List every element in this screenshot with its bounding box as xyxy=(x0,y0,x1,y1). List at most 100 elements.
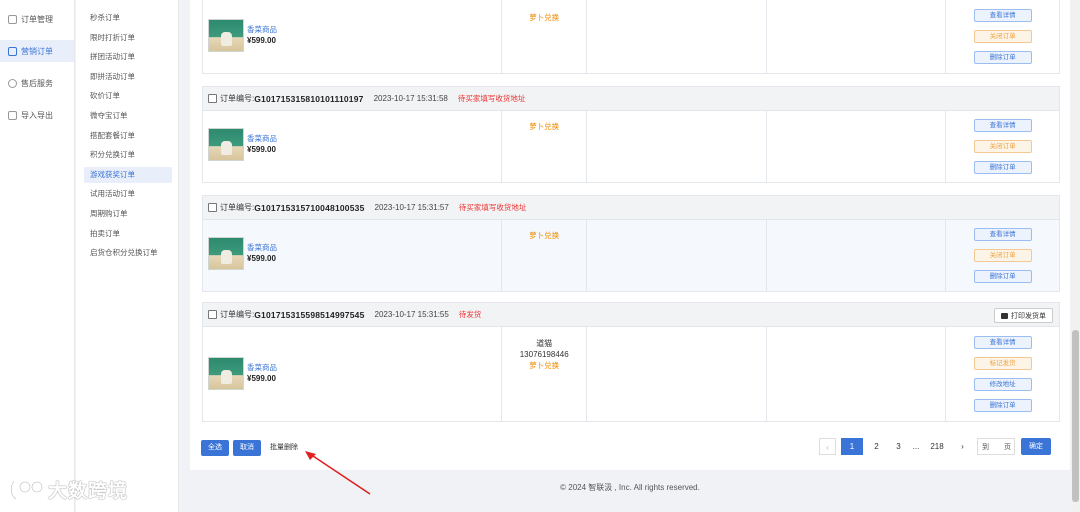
buyer-cell: 萝卜兑换 xyxy=(502,220,588,291)
sidebar-item-order-management[interactable]: 订单管理 xyxy=(0,8,74,30)
actions-cell: 查看详情 关闭订单 删除订单 xyxy=(946,0,1059,73)
product-thumbnail[interactable] xyxy=(208,19,244,52)
order-number: G101715315598514997545 xyxy=(254,309,365,320)
mark-shipped-button[interactable]: 标记发货 xyxy=(973,357,1032,370)
page-unit-label: 页 xyxy=(1004,443,1011,451)
list-icon xyxy=(8,46,17,56)
page-button[interactable]: 1 xyxy=(841,438,863,455)
service-icon xyxy=(8,78,17,88)
sub-item-game-prize[interactable]: 游戏获奖订单 xyxy=(84,166,172,183)
next-page-button[interactable]: › xyxy=(954,438,971,455)
file-icon xyxy=(8,110,17,120)
arrow-head xyxy=(305,451,316,460)
delete-order-button[interactable]: 删除订单 xyxy=(973,161,1032,174)
document-icon xyxy=(8,14,17,24)
buyer-phone: 13076198446 xyxy=(519,350,569,359)
product-thumbnail[interactable] xyxy=(208,237,244,270)
close-order-button[interactable]: 关闭订单 xyxy=(973,249,1032,262)
sub-item-instant-group[interactable]: 即拼活动订单 xyxy=(84,69,172,85)
sub-item-subscription[interactable]: 周期购订单 xyxy=(84,206,172,222)
blank-cell xyxy=(767,0,947,73)
cancel-selection-button[interactable]: 取消 xyxy=(233,440,261,456)
order-header: 订单编号: G101715315598514997545 2023-10-17 … xyxy=(203,303,1059,327)
blank-cell xyxy=(767,327,947,421)
view-details-button[interactable]: 查看详情 xyxy=(973,9,1032,22)
order-number-label: 订单编号: xyxy=(220,203,255,212)
actions-cell: 查看详情 关闭订单 删除订单 xyxy=(946,111,1059,182)
print-button-label: 打印发货单 xyxy=(1011,312,1046,320)
view-details-button[interactable]: 查看详情 xyxy=(973,228,1032,241)
watermark-logo-icon xyxy=(10,479,44,500)
sidebar-item-after-sales[interactable]: 售后服务 xyxy=(0,72,74,94)
delete-order-button[interactable]: 删除订单 xyxy=(973,51,1032,64)
prev-page-button[interactable]: ‹ xyxy=(819,438,836,455)
sub-item-auction[interactable]: 拍卖订单 xyxy=(84,226,172,242)
edit-address-button[interactable]: 修改地址 xyxy=(973,378,1032,391)
order-number: G101715315710048100535 xyxy=(254,202,365,213)
sub-item-combo[interactable]: 搭配套餐订单 xyxy=(84,128,172,144)
main-content: 香菜商品 ¥599.00 萝卜兑换 查看详情 关闭订单 删除订单 订单编号: G… xyxy=(190,0,1070,512)
view-details-button[interactable]: 查看详情 xyxy=(973,336,1032,349)
product-price: ¥599.00 xyxy=(247,254,276,263)
page-button[interactable]: 3 xyxy=(890,438,907,455)
batch-delete-button[interactable]: 批量删除 xyxy=(263,440,305,456)
payment-method: 萝卜兑换 xyxy=(529,122,560,131)
goto-confirm-button[interactable]: 确定 xyxy=(1021,438,1051,455)
watermark-text: 大数跨境 xyxy=(48,481,129,502)
product-cell: 香菜商品 ¥599.00 xyxy=(203,327,503,421)
product-name-link[interactable]: 香菜商品 xyxy=(247,134,277,144)
arrow-line xyxy=(309,453,371,495)
product-name-link[interactable]: 香菜商品 xyxy=(247,243,277,253)
order-time: 2023-10-17 15:31:55 xyxy=(374,310,449,319)
sub-item-warehouse-points[interactable]: 启货仓积分兑换订单 xyxy=(84,245,172,261)
page-button[interactable]: 2 xyxy=(868,438,885,455)
order-checkbox[interactable] xyxy=(208,310,217,319)
sub-item-group-buy[interactable]: 拼团活动订单 xyxy=(84,49,172,65)
sidebar-item-marketing-orders[interactable]: 营销订单 xyxy=(0,40,74,62)
view-details-button[interactable]: 查看详情 xyxy=(973,119,1032,132)
product-thumbnail[interactable] xyxy=(208,128,244,161)
sub-item-trial[interactable]: 试用活动订单 xyxy=(84,186,172,202)
order-header: 订单编号: G1017153158101011101​97 2023-10-17… xyxy=(203,87,1059,111)
close-order-button[interactable]: 关闭订单 xyxy=(973,30,1032,43)
printer-icon xyxy=(1001,312,1008,319)
sub-item-treasure[interactable]: 微夺宝订单 xyxy=(84,108,172,124)
order-list-panel: 香菜商品 ¥599.00 萝卜兑换 查看详情 关闭订单 删除订单 订单编号: G… xyxy=(190,0,1070,470)
sub-item-bargain[interactable]: 砍价订单 xyxy=(84,88,172,104)
order-card: 订单编号: G101715315598514997545 2023-10-17 … xyxy=(202,302,1060,422)
buyer-name: 道猫 xyxy=(536,339,553,348)
product-name-link[interactable]: 香菜商品 xyxy=(247,363,277,373)
sidebar-item-label: 营销订单 xyxy=(21,46,53,56)
annotation-arrow xyxy=(305,451,371,495)
order-card: 香菜商品 ¥599.00 萝卜兑换 查看详情 关闭订单 删除订单 xyxy=(202,0,1060,74)
sub-item-seckill[interactable]: 秒杀订单 xyxy=(84,10,172,26)
page-button-last[interactable]: 218 xyxy=(925,438,949,455)
select-all-button[interactable]: 全选 xyxy=(201,440,229,456)
product-thumbnail[interactable] xyxy=(208,357,244,390)
product-cell: 香菜商品 ¥599.00 xyxy=(203,0,503,73)
pagination: ‹ 1 2 3 ... 218 › 到 页 确定 xyxy=(814,438,1051,455)
blank-cell xyxy=(767,220,947,291)
close-order-button[interactable]: 关闭订单 xyxy=(973,140,1032,153)
goto-page-input[interactable]: 到 页 xyxy=(977,438,1015,455)
secondary-sidebar: 秒杀订单 限时打折订单 拼团活动订单 即拼活动订单 砍价订单 微夺宝订单 搭配套… xyxy=(76,0,179,512)
scrollbar-thumb[interactable] xyxy=(1072,330,1079,502)
goto-label: 到 xyxy=(982,443,989,451)
delete-order-button[interactable]: 删除订单 xyxy=(973,399,1032,412)
delete-order-button[interactable]: 删除订单 xyxy=(973,270,1032,283)
sub-item-discount[interactable]: 限时打折订单 xyxy=(84,30,172,46)
order-checkbox[interactable] xyxy=(208,94,217,103)
order-status: 待发货 xyxy=(458,310,482,319)
product-price: ¥599.00 xyxy=(247,145,276,154)
sub-item-points-exchange[interactable]: 积分兑换订单 xyxy=(84,147,172,163)
sidebar-item-label: 订单管理 xyxy=(21,14,53,24)
print-shipping-slip-button[interactable]: 打印发货单 xyxy=(994,308,1053,323)
order-number: G1017153158101011101​97 xyxy=(254,93,364,104)
order-number-label: 订单编号: xyxy=(220,310,255,319)
product-name-link[interactable]: 香菜商品 xyxy=(247,25,277,35)
vertical-scrollbar[interactable] xyxy=(1071,0,1080,512)
order-number-label: 订单编号: xyxy=(220,94,255,103)
sidebar-item-import-export[interactable]: 导入导出 xyxy=(0,104,74,126)
order-checkbox[interactable] xyxy=(208,203,217,212)
buyer-cell: 萝卜兑换 xyxy=(502,111,588,182)
